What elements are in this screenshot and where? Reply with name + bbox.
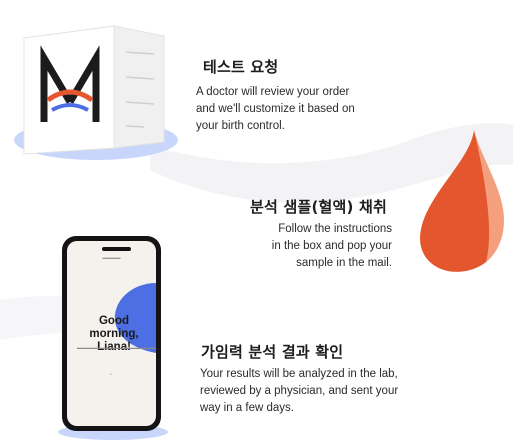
step-3-description: Your results will be analyzed in the lab… <box>200 368 399 414</box>
step-3-title: 가임력 분석 결과 확인 <box>201 343 344 361</box>
step-1-title: 테스트 요청 <box>203 58 279 76</box>
step-2-title: 분석 샘플(혈액) 채취 <box>250 198 387 216</box>
step-2-description: Follow the instructions in the box and p… <box>271 223 392 269</box>
phone-screen-header: ▬▬▬▬ <box>102 255 121 260</box>
phone-screen: ▬▬▬▬ Good morning, Liana! ▬▬▬▬▬▬▬▬▬▬▬▬▬▬… <box>67 241 156 426</box>
phone-screen-subtext: ▬▬▬▬▬▬▬▬▬▬▬▬▬▬▬▬▬▬▬▬▬▬▬▬▬▬ <box>77 345 156 350</box>
phone-notch <box>102 247 131 251</box>
chevron-down-icon: ⌄ <box>108 370 114 377</box>
blood-drop-illustration <box>420 130 504 272</box>
test-kit-box-illustration <box>14 25 178 160</box>
phone-illustration: ▬▬▬▬ Good morning, Liana! ▬▬▬▬▬▬▬▬▬▬▬▬▬▬… <box>62 236 161 431</box>
step-1-description: A doctor will review your order and we'l… <box>196 86 355 132</box>
onboarding-steps: 테스트 요청 A doctor will review your order a… <box>0 0 513 443</box>
